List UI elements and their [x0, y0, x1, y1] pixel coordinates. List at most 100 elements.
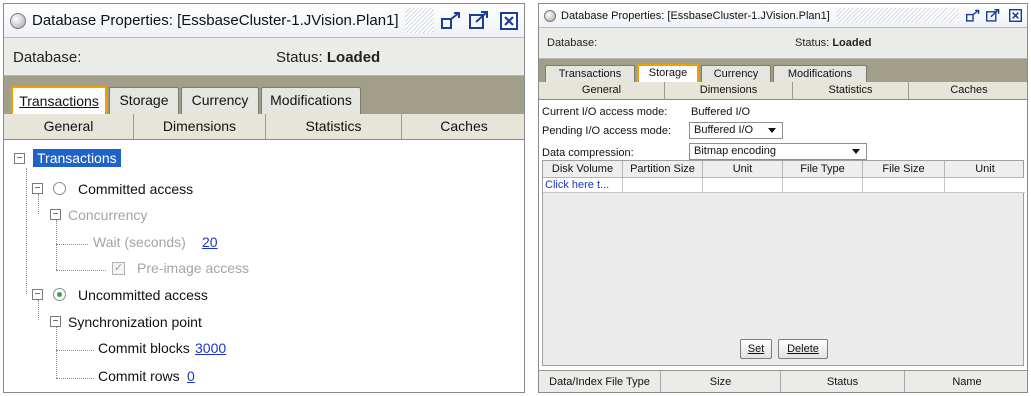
tree-connector — [26, 168, 27, 294]
tab-storage[interactable]: Storage — [637, 64, 699, 82]
status-value: Loaded — [326, 49, 381, 66]
grid-cell[interactable] — [703, 178, 783, 193]
tab-currency[interactable]: Currency — [701, 65, 771, 82]
click-here-cell[interactable]: Click here t... — [545, 179, 609, 191]
col-name[interactable]: Name — [905, 371, 1027, 392]
tab-label: Storage — [648, 67, 688, 79]
tree-node-synchronization-point: Synchronization point — [68, 314, 202, 330]
maximize-icon[interactable] — [468, 10, 490, 31]
subtab-general[interactable]: General — [4, 114, 134, 139]
col-file-type[interactable]: File Type — [783, 161, 863, 177]
tab-currency[interactable]: Currency — [181, 87, 259, 114]
tab-label: Transactions — [558, 68, 622, 80]
tree-node-transactions[interactable]: Transactions — [33, 149, 121, 167]
window-title: Database Properties: [EssbaseCluster-1.J… — [32, 12, 399, 29]
col-data-index-file-type[interactable]: Data/Index File Type — [539, 371, 661, 392]
data-compression-select[interactable]: Bitmap encoding — [689, 143, 867, 160]
tab-label: Modifications — [270, 92, 352, 108]
pending-io-select[interactable]: Buffered I/O — [689, 122, 783, 139]
grid-cell[interactable] — [945, 178, 1025, 193]
col-status[interactable]: Status — [781, 371, 905, 392]
grid-cell[interactable]: Click here t... — [543, 178, 623, 193]
expand-minus-icon[interactable]: − — [32, 289, 43, 300]
tab-transactions[interactable]: Transactions — [11, 86, 107, 114]
title-bar: Database Properties: [EssbaseCluster-1.J… — [539, 4, 1027, 28]
subtab-label: Dimensions — [699, 84, 758, 96]
dropdown-arrow-icon — [768, 128, 776, 133]
subtab-statistics[interactable]: Statistics — [266, 114, 402, 139]
checkbox-icon[interactable]: ✓ — [112, 262, 125, 275]
status-group: Status: Loaded — [276, 49, 380, 66]
delete-button[interactable]: Delete — [778, 339, 828, 359]
tab-label: Currency — [191, 92, 249, 108]
compression-label: Data compression: — [542, 147, 634, 159]
col-size[interactable]: Size — [661, 371, 781, 392]
subtab-label: Statistics — [305, 118, 362, 134]
commit-blocks-value[interactable]: 3000 — [195, 340, 226, 356]
tree-node-committed-access[interactable]: Committed access — [78, 181, 193, 197]
subtab-statistics[interactable]: Statistics — [793, 82, 909, 99]
expand-minus-icon[interactable]: − — [50, 316, 61, 327]
grid-cell[interactable] — [623, 178, 703, 193]
pending-io-value: Buffered I/O — [694, 124, 754, 136]
close-icon[interactable] — [1009, 9, 1022, 22]
col-file-size[interactable]: File Size — [863, 161, 945, 177]
tree-connector — [38, 194, 39, 214]
tree-connector — [56, 220, 57, 270]
transactions-tree: − Transactions − Committed access − Conc… — [4, 140, 524, 392]
tree-node-concurrency: Concurrency — [68, 207, 148, 223]
tab-storage[interactable]: Storage — [109, 87, 179, 114]
tree-connector — [56, 244, 88, 245]
tree-node-uncommitted-access[interactable]: Uncommitted access — [78, 287, 208, 303]
expand-minus-icon[interactable]: − — [32, 183, 43, 194]
wait-seconds-value[interactable]: 20 — [202, 234, 218, 250]
database-status-row: Database: Status: Loaded — [4, 38, 524, 76]
subtab-caches[interactable]: Caches — [909, 82, 1027, 99]
grid-cell[interactable] — [783, 178, 863, 193]
maximize-icon[interactable] — [985, 8, 1001, 23]
col-partition-size[interactable]: Partition Size — [623, 161, 703, 177]
subtab-label: Caches — [440, 118, 488, 134]
restore-icon[interactable] — [965, 9, 981, 23]
sub-tabs: General Dimensions Statistics Caches — [539, 82, 1027, 100]
subtab-general[interactable]: General — [539, 82, 665, 99]
tab-label: Transactions — [19, 93, 99, 109]
radio-icon[interactable] — [53, 182, 66, 195]
tab-label: Storage — [119, 92, 169, 108]
restore-icon[interactable] — [440, 11, 462, 31]
tab-modifications[interactable]: Modifications — [261, 87, 361, 114]
tree-connector — [56, 326, 57, 378]
col-unit[interactable]: Unit — [703, 161, 783, 177]
tree-connector — [38, 300, 39, 320]
col-unit-2[interactable]: Unit — [945, 161, 1025, 177]
tab-label: Modifications — [787, 68, 853, 80]
grid-cell[interactable] — [863, 178, 945, 193]
database-properties-panel-storage: Database Properties: [EssbaseCluster-1.J… — [538, 3, 1028, 393]
tree-node-commit-blocks-label: Commit blocks — [98, 340, 190, 356]
tab-transactions[interactable]: Transactions — [545, 65, 635, 82]
database-label: Database: — [547, 37, 598, 49]
main-tabs: Transactions Storage Currency Modificati… — [4, 76, 524, 114]
subtab-label: General — [581, 84, 622, 96]
subtab-caches[interactable]: Caches — [402, 114, 524, 139]
subtab-dimensions[interactable]: Dimensions — [665, 82, 793, 99]
database-status-row: Database: Status: Loaded — [539, 28, 1027, 59]
status-label: Status: — [276, 49, 323, 66]
expand-minus-icon[interactable]: − — [50, 209, 61, 220]
col-disk-volume[interactable]: Disk Volume — [543, 161, 623, 177]
dropdown-arrow-icon — [852, 149, 860, 154]
tree-node-pre-image-access: Pre-image access — [137, 260, 250, 276]
status-group: Status: Loaded — [795, 37, 871, 49]
tab-modifications[interactable]: Modifications — [773, 65, 867, 82]
database-icon — [544, 9, 556, 22]
status-value: Loaded — [832, 37, 872, 49]
commit-rows-value[interactable]: 0 — [187, 368, 195, 384]
database-label: Database: — [13, 49, 82, 66]
close-icon[interactable] — [500, 11, 518, 30]
tree-connector — [56, 378, 94, 379]
set-button[interactable]: Set — [740, 339, 772, 359]
subtab-dimensions[interactable]: Dimensions — [134, 114, 266, 139]
expand-minus-icon[interactable]: − — [14, 153, 25, 164]
database-properties-panel-transactions: Database Properties: [EssbaseCluster-1.J… — [3, 3, 525, 393]
radio-icon[interactable] — [53, 288, 66, 301]
